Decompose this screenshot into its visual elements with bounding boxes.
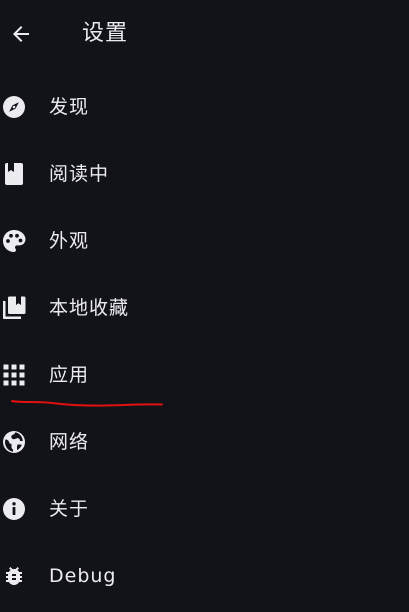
settings-item-label: 本地收藏	[49, 296, 130, 319]
library-stack-icon	[2, 296, 26, 320]
settings-item-label: 阅读中	[49, 162, 110, 185]
palette-icon	[2, 229, 26, 253]
settings-list: 发现 阅读中 外观 本地收藏 应用 网络 关于 Debug	[0, 73, 409, 609]
settings-item-debug[interactable]: Debug	[0, 542, 409, 609]
bookmark-book-icon	[2, 162, 26, 186]
settings-item-label: Debug	[49, 564, 117, 587]
bug-icon	[2, 564, 26, 588]
back-button[interactable]	[9, 22, 33, 46]
info-icon	[2, 497, 26, 521]
compass-icon	[2, 95, 26, 119]
page-title: 设置	[82, 21, 129, 46]
settings-item-appearance[interactable]: 外观	[0, 207, 409, 274]
settings-item-reading[interactable]: 阅读中	[0, 140, 409, 207]
apps-grid-icon	[2, 363, 26, 387]
globe-icon	[2, 430, 26, 454]
settings-item-label: 关于	[49, 497, 90, 520]
arrow-left-icon	[13, 26, 29, 42]
settings-item-discover[interactable]: 发现	[0, 73, 409, 140]
settings-item-app[interactable]: 应用	[0, 341, 409, 408]
settings-item-label: 应用	[49, 363, 90, 386]
settings-item-local-library[interactable]: 本地收藏	[0, 274, 409, 341]
settings-item-network[interactable]: 网络	[0, 408, 409, 475]
settings-item-label: 网络	[49, 430, 90, 453]
settings-item-label: 外观	[49, 229, 90, 252]
app-bar: 设置	[0, 0, 409, 68]
settings-item-about[interactable]: 关于	[0, 475, 409, 542]
settings-item-label: 发现	[49, 95, 90, 118]
